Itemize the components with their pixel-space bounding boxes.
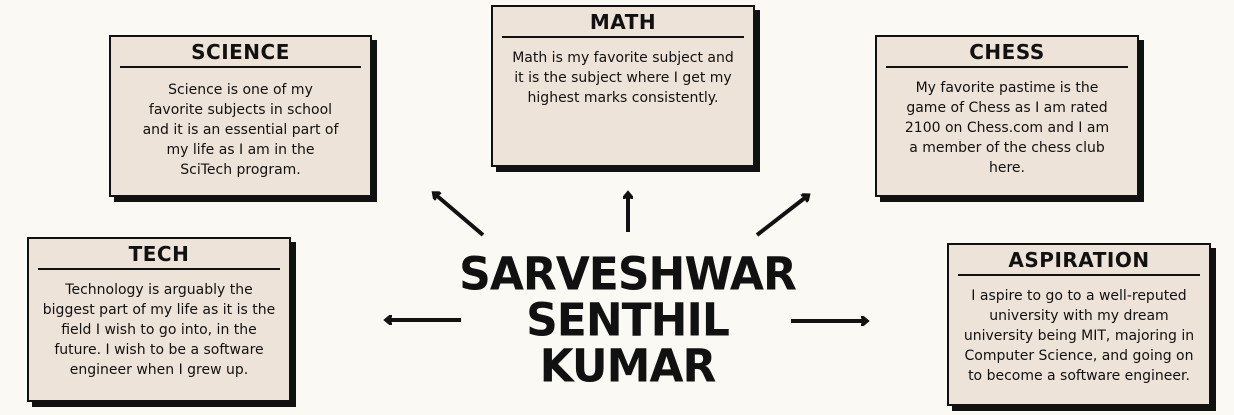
- science-title: SCIENCE: [120, 41, 361, 68]
- math-title: MATH: [502, 11, 744, 38]
- arrow-to-science: [436, 195, 485, 237]
- aspiration-description: I aspire to go to a well-reputed univers…: [963, 288, 1195, 384]
- aspiration-title: ASPIRATION: [958, 249, 1200, 276]
- math-description: Math is my favorite subject and it is th…: [512, 50, 734, 106]
- central-name-line-1: SARVESHWAR: [459, 247, 797, 301]
- tech-card: TECH Technology is arguably the biggest …: [27, 237, 291, 402]
- arrow-to-chess: [755, 197, 806, 237]
- central-name-line-3: KUMAR: [539, 339, 717, 393]
- science-card: SCIENCE Science is one of my favorite su…: [109, 35, 372, 197]
- tech-title: TECH: [38, 243, 280, 270]
- science-description: Science is one of my favorite subjects i…: [142, 82, 339, 178]
- chess-card: CHESS My favorite pastime is the game of…: [875, 35, 1139, 197]
- tech-description: Technology is arguably the biggest part …: [42, 282, 276, 378]
- central-name: SARVESHWAR SENTHIL KUMAR: [420, 247, 835, 393]
- aspiration-card: ASPIRATION I aspire to go to a well-repu…: [947, 243, 1211, 406]
- chess-title: CHESS: [886, 41, 1128, 68]
- math-card: MATH Math is my favorite subject and it …: [491, 5, 755, 167]
- chess-description: My favorite pastime is the game of Chess…: [904, 80, 1110, 176]
- central-name-line-2: SENTHIL: [526, 293, 730, 347]
